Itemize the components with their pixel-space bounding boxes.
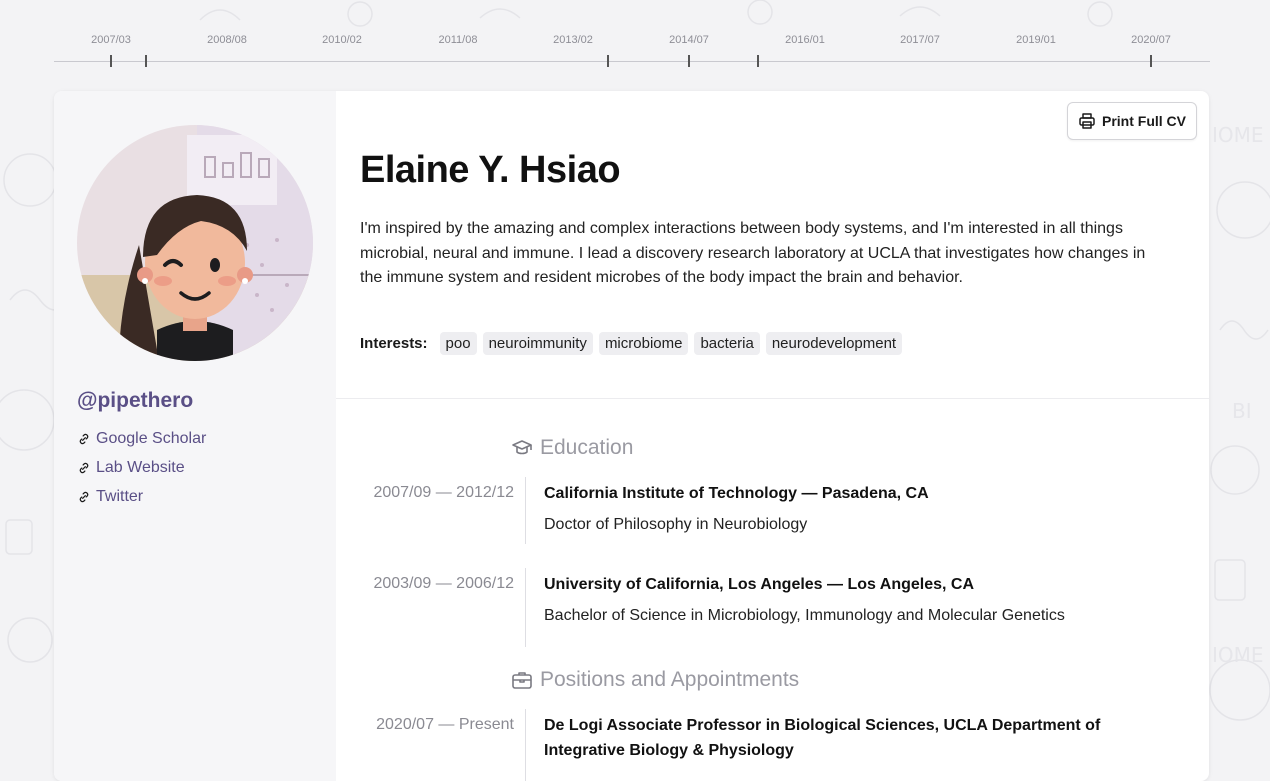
profile-handle[interactable]: @pipethero xyxy=(77,389,193,413)
entry-rule xyxy=(525,568,526,647)
timeline-tick[interactable] xyxy=(145,55,147,67)
cv-main: Print Full CV Elaine Y. Hsiao I'm inspir… xyxy=(336,91,1209,781)
entry-title: California Institute of Technology — Pas… xyxy=(544,485,929,502)
entry-date: 2003/09 — 2006/12 xyxy=(373,575,514,592)
svg-text:IOME: IOME xyxy=(1212,123,1264,147)
cv-card: @pipethero Google Scholar Lab Website Tw… xyxy=(54,91,1209,781)
interests: Interests: poo neuroimmunity microbiome … xyxy=(360,332,903,355)
interest-chip[interactable]: neuroimmunity xyxy=(482,332,593,355)
entry-subtitle: Doctor of Philosophy in Neurobiology xyxy=(544,516,808,533)
timeline-label: 2013/02 xyxy=(553,34,593,46)
print-label: Print Full CV xyxy=(1102,113,1186,129)
entry-rule xyxy=(525,477,526,544)
avatar xyxy=(77,125,313,361)
google-scholar-link[interactable]: Google Scholar xyxy=(77,424,206,453)
timeline-tick[interactable] xyxy=(110,55,112,67)
timeline-label: 2016/01 xyxy=(785,34,825,46)
education-heading-label: Education xyxy=(540,436,634,459)
person-name: Elaine Y. Hsiao xyxy=(360,149,621,191)
profile-links: Google Scholar Lab Website Twitter xyxy=(77,424,206,511)
lab-website-link[interactable]: Lab Website xyxy=(77,453,206,482)
education-heading: Education xyxy=(511,436,633,460)
interest-chip[interactable]: bacteria xyxy=(694,332,760,355)
entry-rule xyxy=(525,709,526,781)
timeline-label: 2017/07 xyxy=(900,34,940,46)
timeline-label: 2019/01 xyxy=(1016,34,1056,46)
twitter-link[interactable]: Twitter xyxy=(77,482,206,511)
timeline-label: 2008/08 xyxy=(207,34,247,46)
interest-chip[interactable]: neurodevelopment xyxy=(765,332,903,355)
link-icon xyxy=(79,433,89,444)
interest-chip[interactable]: microbiome xyxy=(598,332,689,355)
career-timeline: 2007/03 2008/08 2010/02 2011/08 2013/02 … xyxy=(54,28,1210,72)
timeline-tick[interactable] xyxy=(1150,55,1152,67)
entry-subtitle: Bachelor of Science in Microbiology, Imm… xyxy=(544,607,1065,624)
link-icon xyxy=(79,462,89,473)
timeline-tick[interactable] xyxy=(757,55,759,67)
interests-label: Interests: xyxy=(360,335,428,352)
timeline-label: 2020/07 xyxy=(1131,34,1171,46)
entry-title: University of California, Los Angeles — … xyxy=(544,576,975,593)
link-label: Twitter xyxy=(96,487,144,505)
svg-text:IOME: IOME xyxy=(1212,643,1264,667)
entry-date: 2007/09 — 2012/12 xyxy=(373,484,514,501)
timeline-axis xyxy=(54,61,1210,62)
link-label: Lab Website xyxy=(96,458,185,476)
entry-date: 2020/07 — Present xyxy=(376,716,514,733)
positions-heading-label: Positions and Appointments xyxy=(540,668,800,691)
graduation-cap-icon xyxy=(512,440,532,455)
timeline-label: 2007/03 xyxy=(91,34,131,46)
svg-text:BI: BI xyxy=(1232,399,1252,423)
section-divider xyxy=(336,398,1209,399)
interest-chip[interactable]: poo xyxy=(439,332,477,355)
briefcase-icon xyxy=(512,672,532,689)
timeline-label: 2010/02 xyxy=(322,34,362,46)
link-icon xyxy=(79,491,89,502)
printer-icon xyxy=(1079,113,1095,129)
link-label: Google Scholar xyxy=(96,429,207,447)
timeline-tick[interactable] xyxy=(688,55,690,67)
print-cv-button[interactable]: Print Full CV xyxy=(1067,102,1197,140)
timeline-tick[interactable] xyxy=(607,55,609,67)
bio-text: I'm inspired by the amazing and complex … xyxy=(360,220,1146,286)
entry-title: De Logi Associate Professor in Biologica… xyxy=(544,717,1101,759)
timeline-label: 2011/08 xyxy=(438,34,478,46)
positions-heading: Positions and Appointments xyxy=(511,668,799,692)
timeline-label: 2014/07 xyxy=(669,34,709,46)
profile-sidebar: @pipethero Google Scholar Lab Website Tw… xyxy=(54,91,336,781)
